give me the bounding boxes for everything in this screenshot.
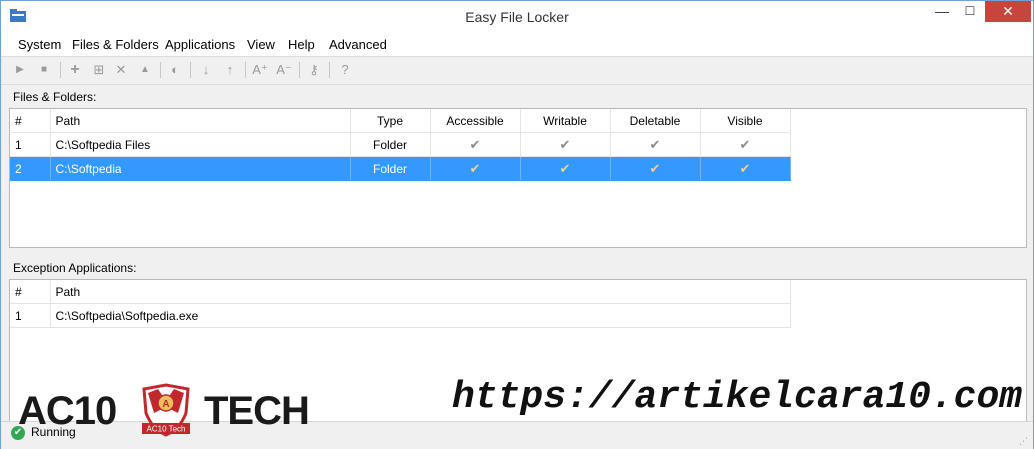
menu-view[interactable]: View (247, 37, 275, 52)
watermark-url: https://artikelcara10.com (452, 376, 1023, 419)
title-bar[interactable]: Easy File Locker — ☐ ✕ (1, 1, 1033, 32)
col-number[interactable]: # (10, 109, 51, 133)
minimize-button[interactable]: — (929, 1, 955, 22)
accessible-check-icon[interactable]: ✔ (470, 137, 481, 152)
table-row[interactable]: 1 C:\Softpedia\Softpedia.exe (10, 303, 791, 328)
files-table: # Path Type Accessible Writable Deletabl… (10, 109, 791, 181)
shield-caption: AC10 Tech (147, 425, 186, 434)
exceptions-table-header: # Path (10, 280, 791, 304)
resize-grip-icon[interactable]: ⋰ (1019, 436, 1029, 446)
key-icon[interactable]: ⚷ (305, 61, 323, 79)
move-up-icon[interactable]: ▲ (136, 61, 154, 79)
arrow-up-icon[interactable]: ↑ (221, 61, 239, 79)
row-path: C:\Softpedia Files (50, 132, 351, 157)
col-path[interactable]: Path (50, 280, 791, 304)
watermark-shield-icon: A AC10 Tech (142, 383, 190, 437)
menu-applications[interactable]: Applications (165, 37, 235, 52)
writable-check-icon[interactable]: ✔ (560, 137, 571, 152)
writable-check-icon[interactable]: ✔ (560, 161, 571, 176)
accessible-check-icon[interactable]: ✔ (470, 161, 481, 176)
row-path: C:\Softpedia\Softpedia.exe (50, 303, 791, 328)
toolbar-separator (190, 62, 191, 78)
add-multiple-icon[interactable]: ⊞ (90, 61, 108, 79)
toolbar-separator (60, 62, 61, 78)
help-icon[interactable]: ? (336, 61, 354, 79)
row-number: 1 (10, 303, 51, 328)
row-type: Folder (350, 156, 431, 181)
delete-icon[interactable]: ✕ (112, 61, 130, 79)
row-number: 2 (10, 156, 51, 181)
files-table-header: # Path Type Accessible Writable Deletabl… (10, 109, 791, 133)
watermark-logo: AC10 TECH (18, 389, 310, 434)
row-path: C:\Softpedia (50, 156, 351, 181)
add-icon[interactable]: + (66, 61, 84, 79)
toolbar-separator (245, 62, 246, 78)
col-path[interactable]: Path (50, 109, 351, 133)
deletable-check-icon[interactable]: ✔ (650, 137, 661, 152)
menu-system[interactable]: System (18, 37, 61, 52)
font-decrease-icon[interactable]: A⁻ (275, 61, 293, 79)
menu-advanced[interactable]: Advanced (329, 37, 387, 52)
exceptions-table: # Path 1 C:\Softpedia\Softpedia.exe (10, 280, 791, 328)
row-type: Folder (350, 132, 431, 157)
shield-letter: A (162, 399, 169, 410)
font-increase-icon[interactable]: A⁺ (251, 61, 269, 79)
visible-check-icon[interactable]: ✔ (740, 137, 751, 152)
toggle-icon[interactable]: ◐ (166, 61, 184, 79)
watermark-logo-right: TECH (204, 389, 310, 433)
col-type[interactable]: Type (350, 109, 431, 133)
toolbar-separator (329, 62, 330, 78)
toolbar-separator (299, 62, 300, 78)
stop-icon[interactable]: ■ (35, 61, 53, 79)
toolbar: ▶ ■ + ⊞ ✕ ▲ ◐ ↓ ↑ A⁺ A⁻ ⚷ ? (1, 57, 1033, 85)
toolbar-separator (160, 62, 161, 78)
col-accessible[interactable]: Accessible (430, 109, 521, 133)
row-number: 1 (10, 132, 51, 157)
col-deletable[interactable]: Deletable (610, 109, 701, 133)
watermark-logo-left: AC10 (18, 389, 117, 433)
close-button[interactable]: ✕ (985, 1, 1031, 22)
table-row[interactable]: 1 C:\Softpedia Files Folder ✔ ✔ ✔ ✔ (10, 132, 791, 157)
menu-help[interactable]: Help (288, 37, 315, 52)
col-visible[interactable]: Visible (700, 109, 791, 133)
table-row-selected[interactable]: 2 C:\Softpedia Folder ✔ ✔ ✔ ✔ (10, 156, 791, 181)
files-section-label: Files & Folders: (13, 90, 97, 104)
col-number[interactable]: # (10, 280, 51, 304)
files-table-panel[interactable]: # Path Type Accessible Writable Deletabl… (9, 108, 1027, 248)
menu-bar: System Files & Folders Applications View… (1, 32, 1033, 57)
maximize-button[interactable]: ☐ (957, 1, 983, 22)
deletable-check-icon[interactable]: ✔ (650, 161, 661, 176)
menu-files-folders[interactable]: Files & Folders (72, 37, 159, 52)
col-writable[interactable]: Writable (520, 109, 611, 133)
play-icon[interactable]: ▶ (11, 61, 29, 79)
arrow-down-icon[interactable]: ↓ (197, 61, 215, 79)
visible-check-icon[interactable]: ✔ (740, 161, 751, 176)
window-title: Easy File Locker (465, 9, 569, 25)
exceptions-section-label: Exception Applications: (13, 261, 137, 275)
